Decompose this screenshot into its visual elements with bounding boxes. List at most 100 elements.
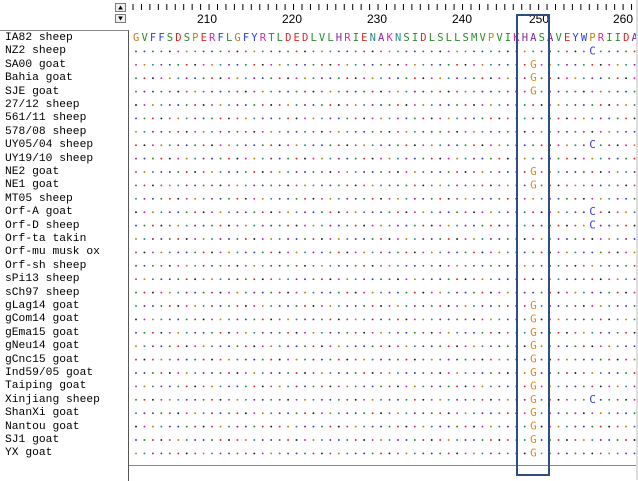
identity-dot <box>168 184 171 187</box>
sequence-name[interactable]: UY19/10 sheep <box>5 153 93 166</box>
sequence-name[interactable]: Orf-mu musk ox <box>5 246 100 259</box>
identity-dot <box>388 264 391 267</box>
identity-dot <box>261 90 264 93</box>
identity-dot <box>261 104 264 106</box>
identity-dot <box>202 305 205 307</box>
identity-dot <box>202 398 205 401</box>
identity-dot <box>582 264 585 267</box>
sequence-name[interactable]: Ind59/05 goat <box>5 367 93 380</box>
sequence-name[interactable]: Orf-sh sheep <box>5 260 86 273</box>
consensus-residue: V <box>479 32 486 44</box>
sequence-name[interactable]: Nantou goat <box>5 421 80 434</box>
identity-dot <box>616 184 619 187</box>
identity-dot <box>599 305 602 307</box>
identity-dot <box>177 439 180 441</box>
identity-dot <box>320 77 323 80</box>
identity-dot <box>135 264 137 267</box>
sequence-name[interactable]: Xinjiang sheep <box>5 394 100 407</box>
identity-dot <box>135 425 137 428</box>
identity-dot <box>143 117 146 120</box>
identity-dot <box>473 439 475 441</box>
identity-dot <box>312 197 315 200</box>
sequence-name[interactable]: Orf-A goat <box>5 206 73 219</box>
identity-dot <box>363 184 366 187</box>
identity-dot <box>616 425 619 428</box>
identity-dot <box>304 130 306 133</box>
identity-dot <box>202 385 205 388</box>
identity-dot <box>591 77 594 80</box>
sequence-name[interactable]: 561/11 sheep <box>5 112 86 125</box>
identity-dot <box>498 452 501 455</box>
identity-dot <box>287 90 290 93</box>
consensus-residue: S <box>184 32 190 44</box>
identity-dot <box>625 439 628 441</box>
sequence-name[interactable]: IA82 sheep <box>5 32 73 45</box>
sequence-name[interactable]: MT05 sheep <box>5 193 73 206</box>
sequence-name[interactable]: NE2 goat <box>5 166 59 179</box>
identity-dot <box>295 439 298 441</box>
sequence-name[interactable]: ShanXi goat <box>5 407 80 420</box>
sequence-name[interactable]: NZ2 sheep <box>5 45 66 58</box>
identity-dot <box>354 291 357 294</box>
identity-dot <box>337 157 340 160</box>
consensus-residue: D <box>420 32 426 44</box>
identity-dot <box>363 238 366 240</box>
sequence-name[interactable]: gNeu14 goat <box>5 340 80 353</box>
identity-dot <box>236 305 239 307</box>
sequence-name[interactable]: sPi13 sheep <box>5 273 80 286</box>
identity-dot <box>202 130 205 133</box>
identity-dot <box>608 452 611 455</box>
identity-dot <box>371 238 374 240</box>
scroll-down-button[interactable] <box>115 14 126 23</box>
identity-dot <box>329 90 332 93</box>
identity-dot <box>168 318 171 321</box>
sequence-name[interactable]: SJ1 goat <box>5 434 59 447</box>
sequence-name[interactable]: gLag14 goat <box>5 300 80 313</box>
identity-dot <box>380 264 382 267</box>
identity-dot <box>591 117 594 120</box>
identity-dot <box>574 50 577 53</box>
scroll-up-button[interactable] <box>115 3 126 12</box>
identity-dot <box>430 63 433 66</box>
identity-dot <box>591 305 594 307</box>
identity-dot <box>337 305 340 307</box>
identity-dot <box>151 117 154 120</box>
sequence-name[interactable]: YX goat <box>5 447 52 460</box>
identity-dot <box>608 157 611 160</box>
identity-dot <box>447 345 450 348</box>
identity-dot <box>278 318 281 321</box>
identity-dot <box>566 318 568 321</box>
sequence-name[interactable]: Orf-D sheep <box>5 220 80 233</box>
identity-dot <box>211 412 213 415</box>
sequence-name[interactable]: gEma15 goat <box>5 327 80 340</box>
identity-dot <box>236 77 239 80</box>
identity-dot <box>489 264 492 267</box>
sequence-name[interactable]: Bahia goat <box>5 72 73 85</box>
identity-dot <box>253 50 256 53</box>
sequence-name[interactable]: sCh97 sheep <box>5 287 80 300</box>
sequence-name[interactable]: NE1 goat <box>5 179 59 192</box>
identity-dot <box>447 130 450 133</box>
sequence-name[interactable]: SA00 goat <box>5 59 66 72</box>
identity-dot <box>228 372 230 374</box>
sequence-name[interactable]: 27/12 sheep <box>5 99 80 112</box>
sequence-name[interactable]: 578/08 sheep <box>5 126 86 139</box>
identity-dot <box>413 452 416 455</box>
identity-dot <box>464 50 467 53</box>
identity-dot <box>506 224 509 227</box>
identity-dot <box>405 63 408 66</box>
sequence-name[interactable]: Taiping goat <box>5 380 86 393</box>
identity-dot <box>388 117 391 120</box>
identity-dot <box>413 184 416 187</box>
identity-dot <box>599 439 602 441</box>
sequence-name[interactable]: gCom14 goat <box>5 313 80 326</box>
sequence-name[interactable]: UY05/04 sheep <box>5 139 93 152</box>
identity-dot <box>228 77 230 80</box>
identity-dot <box>371 157 374 160</box>
identity-dot <box>135 398 137 401</box>
sequence-name[interactable]: SJE goat <box>5 86 59 99</box>
sequence-name[interactable]: Orf-ta takin <box>5 233 86 246</box>
consensus-residue: G <box>133 32 139 44</box>
identity-dot <box>582 50 585 53</box>
sequence-name[interactable]: gCnc15 goat <box>5 354 80 367</box>
